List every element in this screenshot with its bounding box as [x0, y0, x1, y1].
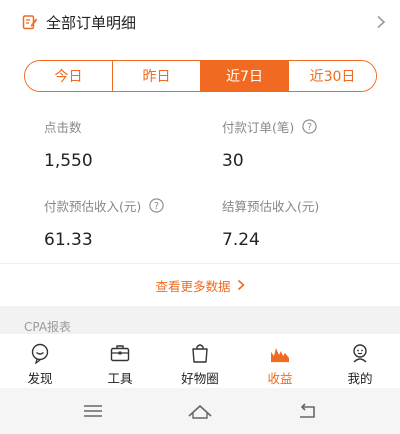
orders-detail-header[interactable]: 全部订单明细: [0, 0, 400, 44]
nav-earnings[interactable]: 收益: [240, 334, 320, 388]
stat-settled-income: 结算预估收入(元) 7.24: [222, 196, 320, 251]
nav-label: 好物圈: [181, 371, 219, 386]
nav-discover[interactable]: 发现: [0, 334, 80, 388]
svg-text:?: ?: [307, 122, 312, 133]
svg-text:?: ?: [154, 201, 159, 212]
bottom-nav: 发现 工具 好物圈 收益 我的: [0, 334, 400, 388]
stat-value: 1,550: [44, 151, 93, 171]
help-icon[interactable]: ?: [302, 118, 317, 134]
earnings-chart-icon: [269, 342, 291, 364]
view-more-label: 查看更多数据: [155, 278, 231, 294]
section-title-cpa: CPA报表: [24, 320, 72, 334]
stat-paid-income: 付款预估收入(元) ? 61.33: [44, 196, 164, 250]
back-icon[interactable]: [294, 400, 320, 422]
tab-last-30-days[interactable]: 近30日: [289, 61, 376, 91]
toolbox-icon: [109, 342, 131, 364]
chevron-right-icon: [237, 279, 245, 291]
menu-icon[interactable]: [80, 400, 106, 422]
help-icon[interactable]: ?: [149, 197, 164, 213]
stat-value: 30: [222, 151, 244, 171]
stat-value: 7.24: [222, 230, 260, 250]
stat-clicks: 点击数 1,550: [44, 117, 93, 172]
stat-value: 61.33: [44, 230, 93, 250]
edit-document-icon: [22, 14, 38, 30]
home-icon[interactable]: [187, 400, 213, 422]
stat-label: 点击数: [44, 119, 82, 135]
discover-icon: [29, 342, 51, 364]
stats-card: 今日 昨日 近7日 近30日 点击数 1,550 付款订单(笔) ? 30 付款…: [0, 44, 400, 306]
header-title: 全部订单明细: [46, 13, 137, 32]
tab-last-7-days[interactable]: 近7日: [201, 61, 289, 91]
view-more-data-link[interactable]: 查看更多数据: [0, 275, 400, 295]
nav-label: 收益: [267, 371, 293, 386]
nav-tools[interactable]: 工具: [80, 334, 160, 388]
stat-label: 结算预估收入(元): [222, 198, 320, 214]
nav-label: 我的: [347, 371, 373, 386]
divider: [0, 263, 400, 264]
profile-icon: [349, 342, 371, 364]
nav-good-stuff[interactable]: 好物圈: [160, 334, 240, 388]
system-nav-bar: [0, 388, 400, 434]
shopping-bag-icon: [189, 342, 211, 364]
tab-yesterday[interactable]: 昨日: [113, 61, 201, 91]
date-range-tabs: 今日 昨日 近7日 近30日: [24, 60, 377, 92]
chevron-right-icon: [376, 15, 386, 29]
stat-label: 付款订单(笔): [222, 119, 295, 135]
stat-paid-orders: 付款订单(笔) ? 30: [222, 117, 317, 171]
tab-today[interactable]: 今日: [25, 61, 113, 91]
nav-mine[interactable]: 我的: [320, 334, 400, 388]
nav-label: 发现: [27, 371, 53, 386]
stat-label: 付款预估收入(元): [44, 198, 142, 214]
nav-label: 工具: [107, 371, 133, 386]
